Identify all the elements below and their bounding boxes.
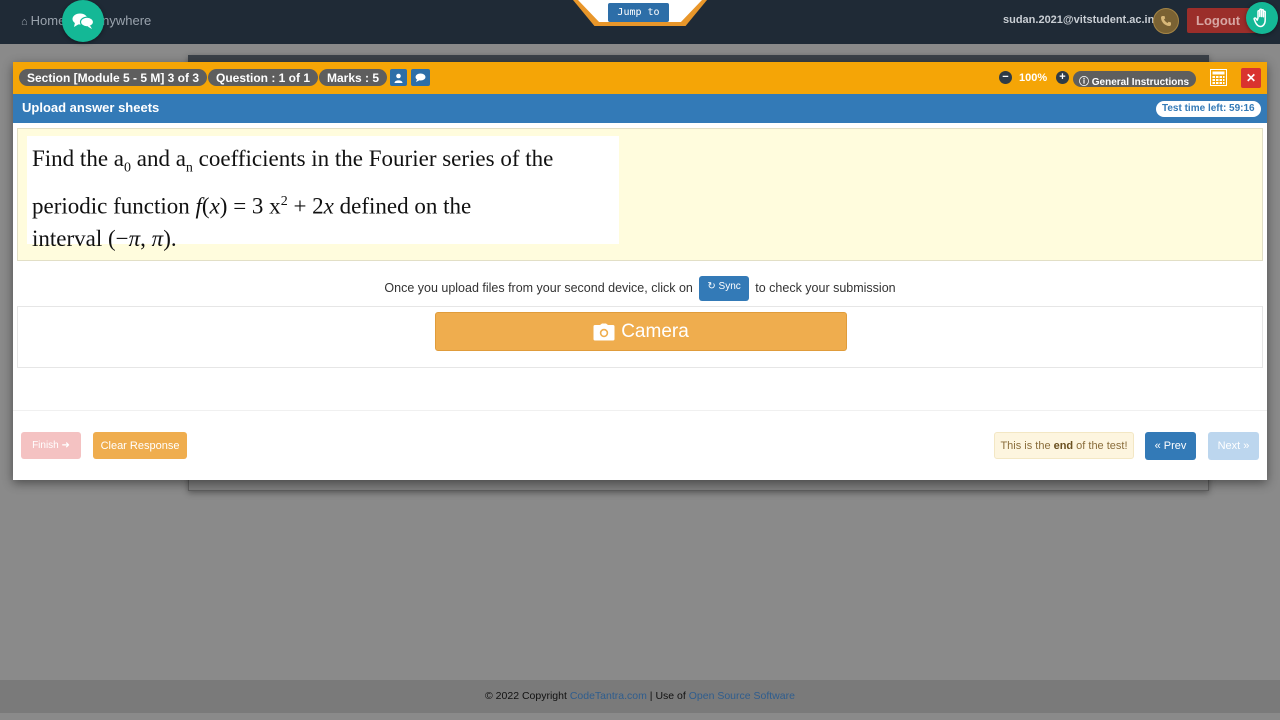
comment-icon <box>415 73 426 82</box>
close-button[interactable]: ✕ <box>1241 68 1261 88</box>
sync-instruction-before: Once you upload files from your second d… <box>384 280 693 295</box>
zoom-in-button[interactable]: + <box>1056 71 1069 84</box>
end-of-test-note: This is the end of the test! <box>994 432 1134 459</box>
comment-button[interactable] <box>411 69 430 86</box>
panel-header: Upload answer sheets Test time left: 59:… <box>13 94 1267 123</box>
sync-instruction-after: to check your submission <box>755 280 896 295</box>
footer-separator: | Use of <box>649 690 686 702</box>
top-navbar: ⌂ Home n Anywhere Jump to sudan.2021@vitst… <box>0 0 1280 44</box>
finish-button[interactable]: Finish ➜ <box>21 432 81 459</box>
question-line-2: periodic function f(x) = 3 x2 + 2x defin… <box>32 193 472 219</box>
phone-button[interactable] <box>1153 8 1179 34</box>
finish-label: Finish <box>32 440 59 451</box>
close-icon: ✕ <box>1245 71 1257 85</box>
camera-label: Camera <box>621 320 689 342</box>
codetantra-link[interactable]: CodeTantra.com <box>570 690 647 702</box>
marks-badge: Marks : 5 <box>319 69 388 86</box>
time-left-badge: Test time left: 59:16 <box>1156 101 1261 117</box>
prev-button[interactable]: « Prev <box>1145 432 1196 460</box>
zoom-out-button[interactable]: − <box>999 71 1012 84</box>
page-footer: © 2022 Copyright CodeTantra.com | Use of… <box>0 680 1280 713</box>
user-email: sudan.2021@vitstudent.ac.in <box>1003 14 1155 26</box>
hand-icon <box>1253 8 1266 28</box>
question-line-3: interval (−π, π). <box>32 226 177 252</box>
plus-circle-icon: + <box>1059 71 1066 83</box>
calculator-button[interactable] <box>1210 69 1227 86</box>
section-badge: Section [Module 5 - 5 M] 3 of 3 <box>19 69 208 86</box>
divider <box>13 410 1267 411</box>
clear-response-button[interactable]: Clear Response <box>93 432 187 459</box>
calculator-icon <box>1210 69 1227 86</box>
user-info-button[interactable] <box>390 69 407 86</box>
chat-icon <box>72 13 94 29</box>
upload-area: Camera <box>17 306 1263 368</box>
copyright-text: © 2022 Copyright <box>485 690 567 702</box>
chat-fab-button[interactable] <box>62 0 104 42</box>
camera-icon <box>593 323 615 341</box>
general-instructions-label: General Instructions <box>1091 77 1190 88</box>
sync-instruction: Once you upload files from your second d… <box>13 276 1267 301</box>
phone-icon <box>1161 16 1171 26</box>
info-icon: ⓘ <box>1079 77 1089 88</box>
jump-to-button[interactable]: Jump to <box>608 3 669 22</box>
logout-label: Logout <box>1196 13 1241 28</box>
zoom-level: 100% <box>1019 72 1048 84</box>
question-line-1: Find the a0 and an coefficients in the F… <box>32 146 554 176</box>
raise-hand-button[interactable] <box>1246 2 1278 34</box>
user-icon <box>394 73 403 83</box>
sign-out-icon: ➜ <box>61 440 70 451</box>
sync-label: Sync <box>718 281 741 292</box>
panel-title: Upload answer sheets <box>22 100 160 115</box>
question-badge: Question : 1 of 1 <box>208 69 319 86</box>
next-button[interactable]: Next » <box>1208 432 1259 460</box>
question-text: Find the a0 and an coefficients in the F… <box>27 136 619 251</box>
camera-button[interactable]: Camera <box>435 312 847 351</box>
question-box: Find the a0 and an coefficients in the F… <box>17 128 1263 261</box>
home-icon: ⌂ <box>21 16 28 28</box>
general-instructions-button[interactable]: ⓘ General Instructions <box>1073 71 1197 88</box>
open-source-link[interactable]: Open Source Software <box>689 690 795 702</box>
home-label: Home <box>30 13 66 28</box>
question-toolbar: Section [Module 5 - 5 M] 3 of 3 Question… <box>13 62 1267 94</box>
question-modal: Section [Module 5 - 5 M] 3 of 3 Question… <box>13 62 1267 480</box>
sync-icon: ↻ <box>707 281 716 292</box>
sync-button[interactable]: ↻ Sync <box>699 276 749 301</box>
minus-circle-icon: − <box>1002 71 1009 83</box>
